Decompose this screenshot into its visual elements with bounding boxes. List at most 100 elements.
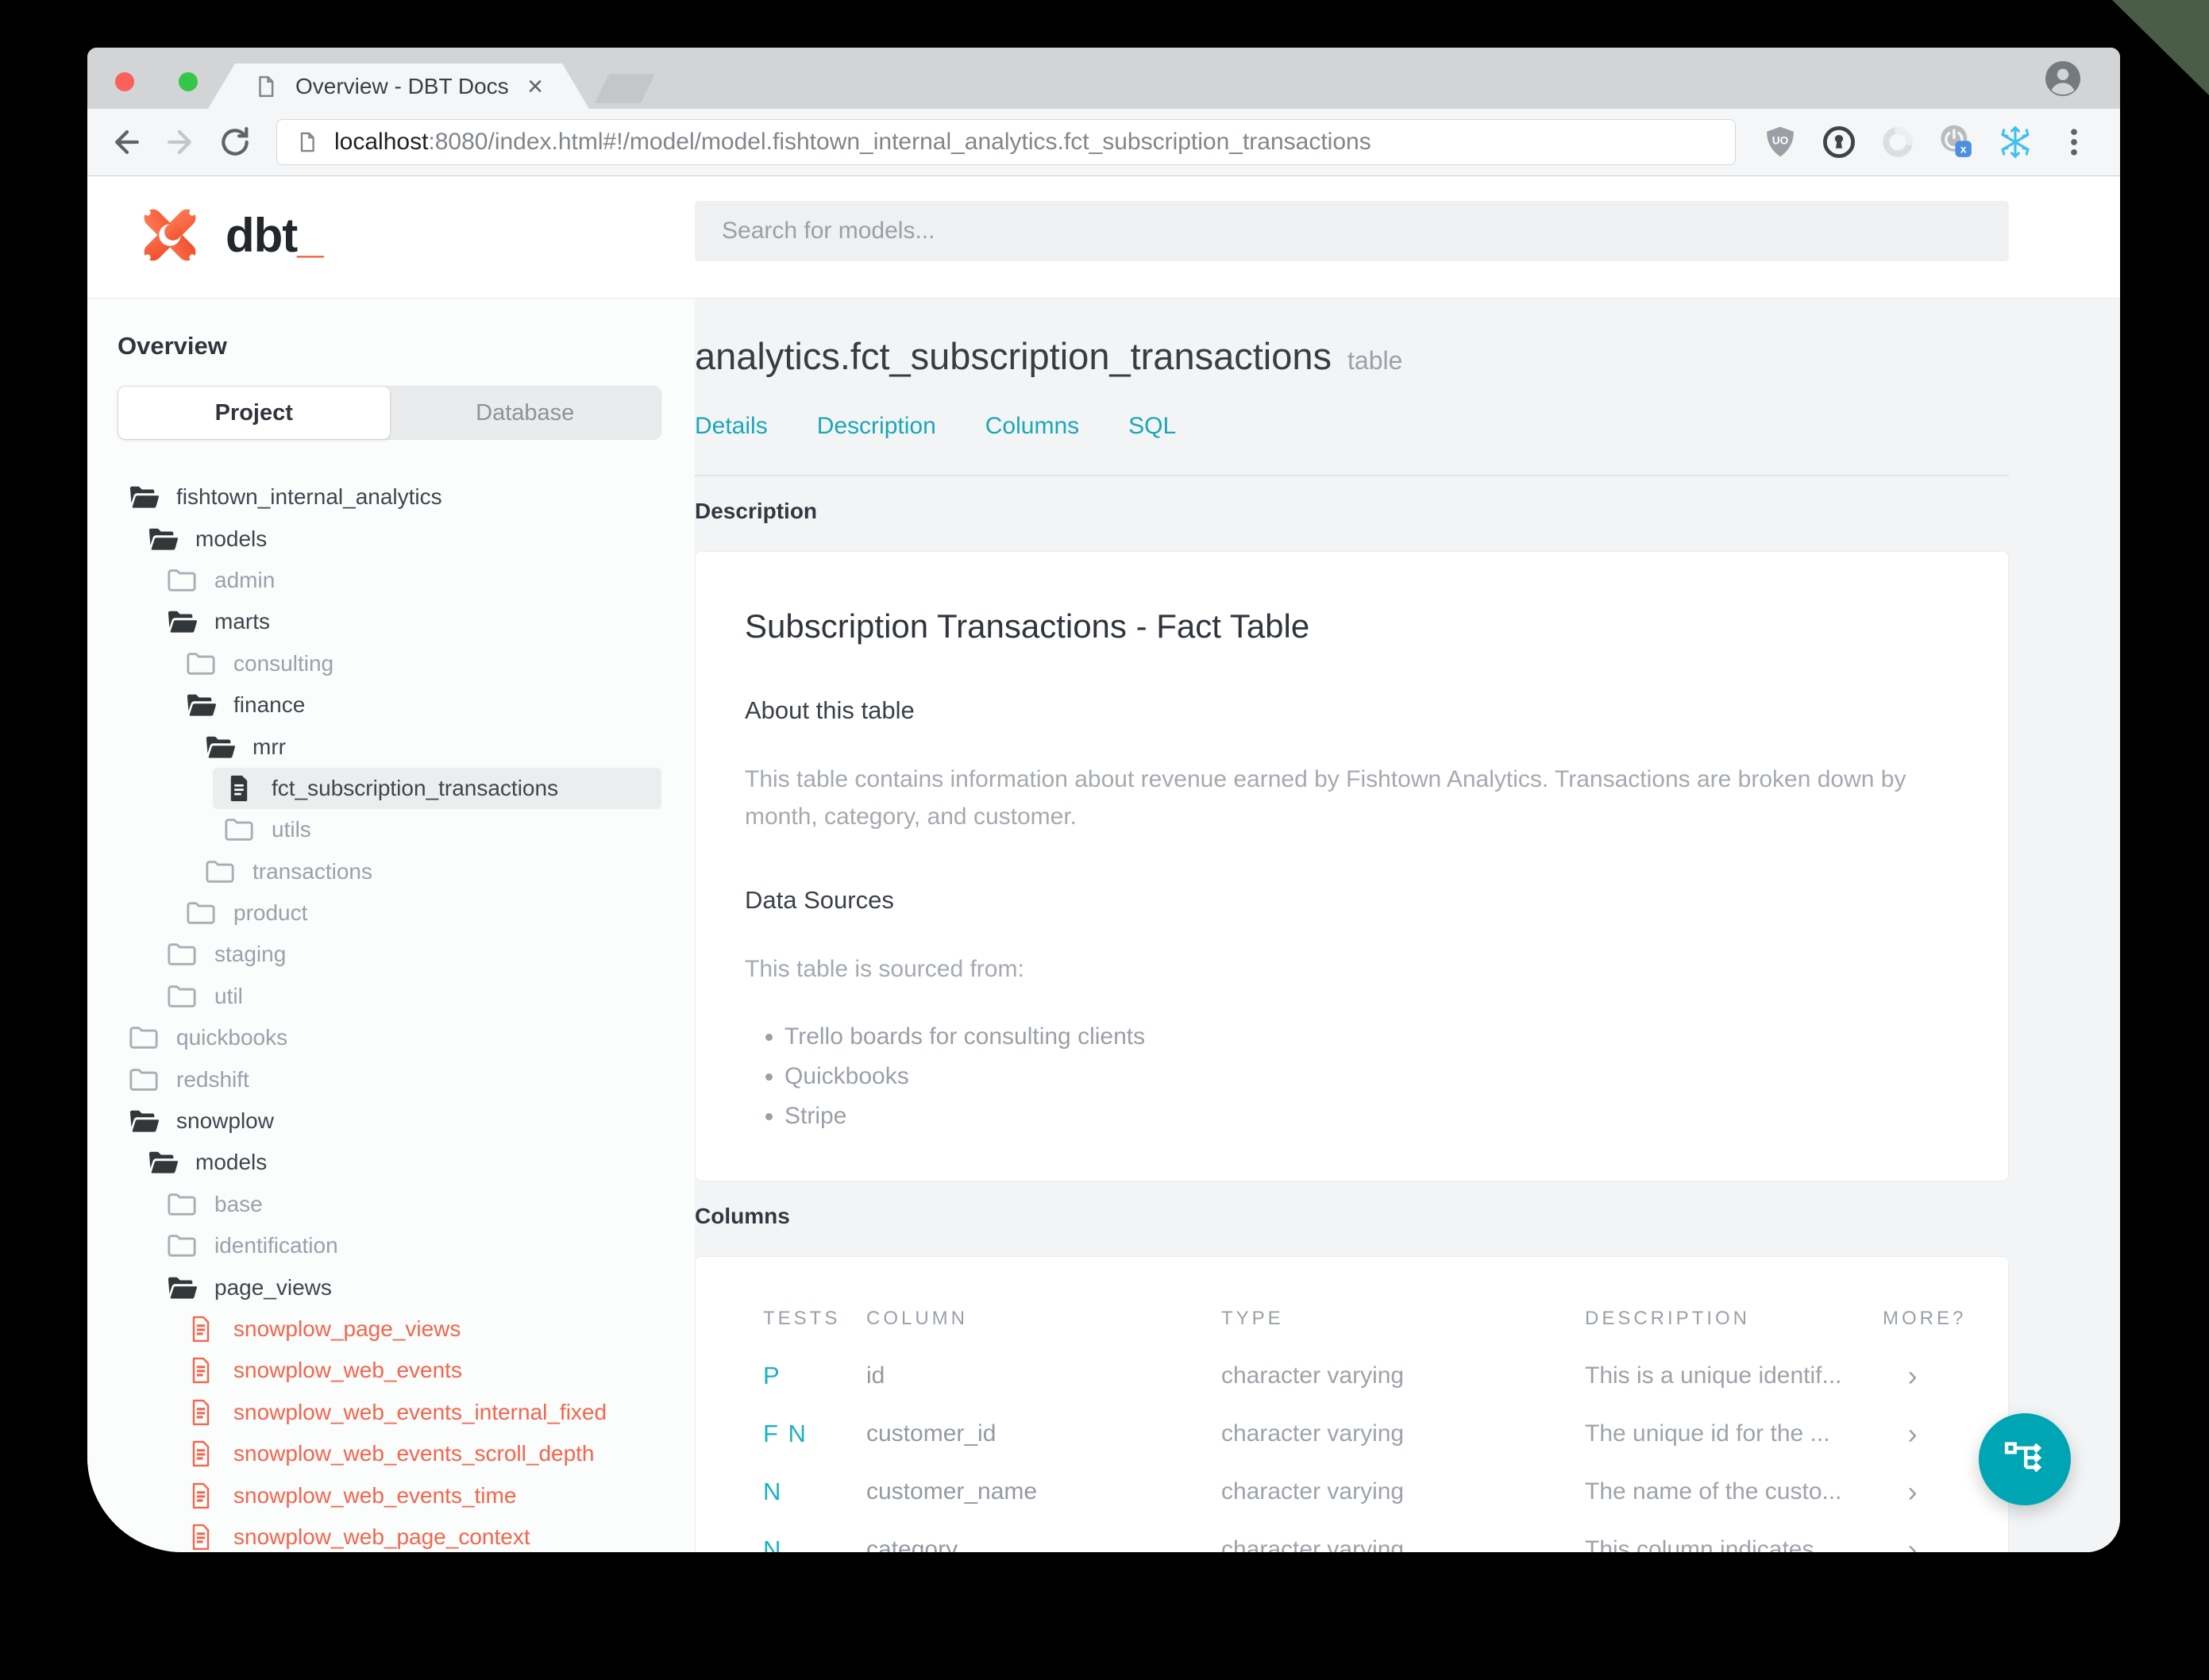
data-sources-intro: This table is sourced from: (745, 956, 1024, 982)
folder-icon (129, 1066, 159, 1093)
model-nav: Details Description Columns SQL (695, 413, 2009, 440)
tree-item-models[interactable]: models (137, 518, 661, 559)
project-database-toggle: Project Database (118, 386, 661, 440)
expand-row-chevron-icon[interactable]: › (1883, 1463, 1942, 1521)
tree-item-fct_subscription_transactions[interactable]: fct_subscription_transactions (213, 767, 661, 810)
tree-item-fishtown_internal_analytics[interactable]: fishtown_internal_analytics (118, 476, 661, 518)
dbt-logo-underscore: _ (297, 208, 323, 262)
tree-item-label: quickbooks (176, 1025, 288, 1050)
folder-open-icon (167, 1274, 197, 1301)
column-description: The unique id for the ... (1585, 1420, 1830, 1447)
model-type-badge: table (1347, 346, 1403, 375)
column-tests-badge: P (763, 1362, 781, 1389)
folder-icon (186, 650, 216, 677)
snowflake-icon[interactable] (1998, 125, 2033, 160)
folder-icon (224, 816, 254, 843)
tree-item-label: staging (214, 942, 287, 967)
column-header-type: TYPE (1221, 1307, 1284, 1329)
expand-row-chevron-icon[interactable]: › (1883, 1405, 1942, 1463)
tree-item-util[interactable]: util (156, 976, 661, 1017)
folder-icon (167, 1191, 197, 1218)
tree-item-mrr[interactable]: mrr (194, 726, 661, 767)
model-nav-link[interactable]: Columns (985, 413, 1079, 440)
search-input[interactable] (695, 201, 2009, 261)
sidebar: Overview Project Database fishtown_intern… (87, 299, 695, 1552)
ublock-icon[interactable]: UO (1763, 125, 1798, 160)
columns-section-label: Columns (695, 1203, 790, 1228)
folder-icon (167, 567, 197, 594)
forward-button[interactable] (162, 125, 197, 160)
close-window-button[interactable] (115, 72, 134, 91)
tree-item-utils[interactable]: utils (213, 809, 661, 850)
dbt-brand[interactable]: dbt_ (135, 200, 324, 270)
tree-item-label: util (214, 983, 243, 1008)
tree-item-finance[interactable]: finance (175, 684, 661, 726)
tree-item-snowplow_web_events_internal_fixed[interactable]: snowplow_web_events_internal_fixed (175, 1392, 661, 1433)
tree-item-redshift[interactable]: redshift (118, 1058, 661, 1100)
tree-item-label: snowplow (176, 1108, 274, 1134)
folder-open-icon (205, 734, 235, 761)
folder-open-icon (186, 692, 216, 719)
tree-item-snowplow_web_events[interactable]: snowplow_web_events (175, 1350, 661, 1391)
tree-item-models[interactable]: models (137, 1142, 661, 1183)
sidebar-overview-heading: Overview (118, 332, 227, 360)
tree-item-admin[interactable]: admin (156, 560, 661, 601)
folder-open-icon (148, 526, 178, 553)
tree-item-staging[interactable]: staging (156, 934, 661, 975)
tree-item-snowplow[interactable]: snowplow (118, 1100, 661, 1142)
minimize-window-button[interactable] (147, 72, 166, 91)
sidebar-tab-project[interactable]: Project (118, 387, 390, 439)
tree-item-snowplow_web_events_time[interactable]: snowplow_web_events_time (175, 1474, 661, 1516)
tree-item-consulting[interactable]: consulting (175, 643, 661, 684)
back-button[interactable] (110, 125, 145, 160)
folder-icon (205, 858, 235, 885)
data-sources-heading: Data Sources (745, 886, 894, 914)
model-nav-link[interactable]: Description (817, 413, 936, 440)
tree-item-label: fishtown_internal_analytics (176, 484, 442, 510)
lineage-graph-fab[interactable] (1979, 1413, 2071, 1505)
tree-item-snowplow_web_page_context[interactable]: snowplow_web_page_context (175, 1516, 661, 1552)
tree-item-label: snowplow_web_events_time (233, 1482, 517, 1508)
address-bar[interactable]: localhost:8080/index.html#!/model/model.… (276, 119, 1736, 165)
browser-window: Overview - DBT Docs × localhost:8080/ind… (87, 48, 2120, 1552)
browser-profile-avatar[interactable] (2044, 60, 2082, 98)
column-description: This is a unique identif... (1585, 1362, 1842, 1389)
tree-item-identification[interactable]: identification (156, 1225, 661, 1266)
tree-item-transactions[interactable]: transactions (194, 851, 661, 892)
expand-row-chevron-icon[interactable]: › (1883, 1347, 1942, 1405)
tree-item-product[interactable]: product (175, 892, 661, 934)
browser-tab[interactable]: Overview - DBT Docs × (208, 64, 589, 109)
tree-item-label: models (195, 1150, 268, 1175)
zoom-window-button[interactable] (179, 72, 198, 91)
url-host: localhost (334, 129, 429, 155)
browser-toolbar: localhost:8080/index.html#!/model/model.… (87, 109, 2120, 176)
model-nav-link[interactable]: Details (695, 413, 768, 440)
reload-button[interactable] (218, 125, 253, 160)
tree-item-quickbooks[interactable]: quickbooks (118, 1017, 661, 1058)
column-description: The name of the custo... (1585, 1478, 1842, 1505)
main-panel: analytics.fct_subscription_transactions t… (695, 299, 2120, 1552)
tree-item-snowplow_web_events_scroll_depth[interactable]: snowplow_web_events_scroll_depth (175, 1433, 661, 1474)
power-x-icon[interactable]: x (1939, 125, 1974, 160)
column-name: customer_id (866, 1420, 997, 1447)
sidebar-tab-database[interactable]: Database (390, 387, 661, 439)
tree-item-snowplow_page_views[interactable]: snowplow_page_views (175, 1308, 661, 1350)
column-tests-badge: N (763, 1478, 783, 1505)
tree-item-page_views[interactable]: page_views (156, 1266, 661, 1308)
tree-item-label: models (195, 526, 268, 551)
onetab-icon[interactable] (1880, 125, 1915, 160)
file-outline-icon (186, 1482, 216, 1509)
tree-item-base[interactable]: base (156, 1184, 661, 1225)
file-outline-icon (186, 1316, 216, 1343)
column-header-column: COLUMN (866, 1307, 969, 1329)
tree-item-label: finance (233, 692, 306, 718)
new-tab-button[interactable] (594, 74, 656, 103)
tree-item-marts[interactable]: marts (156, 601, 661, 642)
page-title: analytics.fct_subscription_transactions t… (695, 335, 1403, 377)
folder-icon (167, 983, 197, 1010)
model-nav-link[interactable]: SQL (1128, 413, 1176, 440)
kebab-menu-icon[interactable] (2057, 125, 2091, 160)
tab-close-icon[interactable]: × (527, 73, 543, 100)
onepassword-icon[interactable] (1822, 125, 1856, 160)
expand-row-chevron-icon[interactable]: › (1883, 1521, 1942, 1552)
